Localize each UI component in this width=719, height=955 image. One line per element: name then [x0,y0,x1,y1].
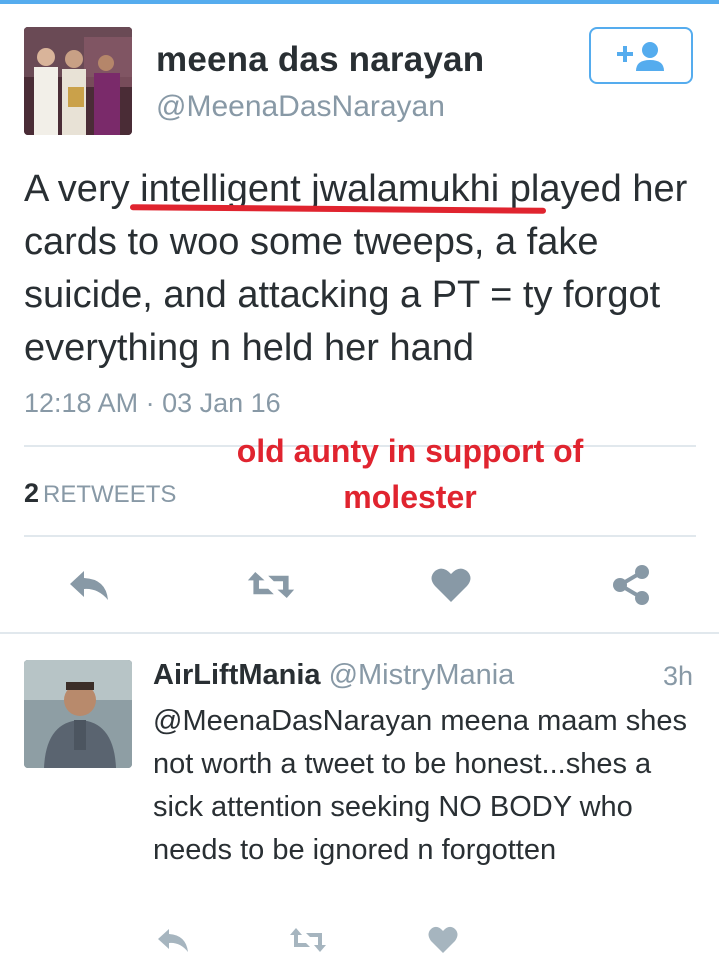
like-icon [431,568,471,602]
retweet-icon [247,572,295,598]
top-accent-line [0,0,719,4]
divider [24,535,696,537]
reply-handle: @MistryMania [328,659,515,691]
reply-avatar[interactable] [24,660,132,768]
reply-display-name: AirLiftMania [153,659,321,691]
tweet-text: A very intelligent jwalamukhi played her… [24,168,688,369]
reply-retweet-button[interactable] [283,925,333,955]
reply-text: @MeenaDasNarayan meena maam shes not wor… [153,705,687,866]
reply-icon [70,571,108,600]
user-handle[interactable]: @MeenaDasNarayan [156,90,445,124]
retweet-number: 2 [24,478,40,508]
like-button[interactable] [426,560,476,610]
reply-like-button[interactable] [418,925,468,955]
avatar[interactable] [24,27,132,135]
retweet-icon [290,928,326,952]
tweet-actions [0,560,719,610]
retweet-count[interactable]: 2 RETWEETS [24,478,176,509]
follow-button[interactable] [589,27,693,84]
timestamp[interactable]: 12:18 AM · 03 Jan 16 [24,388,281,419]
reply-icon [158,929,188,952]
retweet-label: RETWEETS [43,481,177,508]
share-button[interactable] [606,560,656,610]
reply-actions [0,925,719,955]
add-user-icon [617,41,664,71]
reply-reply-button[interactable] [148,925,198,955]
reply-author[interactable]: AirLiftMania @MistryMania [153,659,514,692]
reply-button[interactable] [64,560,114,610]
share-icon [613,565,649,605]
overlay-annotation: old aunty in support of molester [236,433,584,515]
reply-time[interactable]: 3h [663,661,693,692]
retweet-button[interactable] [246,560,296,610]
like-icon [428,926,458,953]
display-name[interactable]: meena das narayan [156,40,484,80]
section-divider [0,632,719,634]
